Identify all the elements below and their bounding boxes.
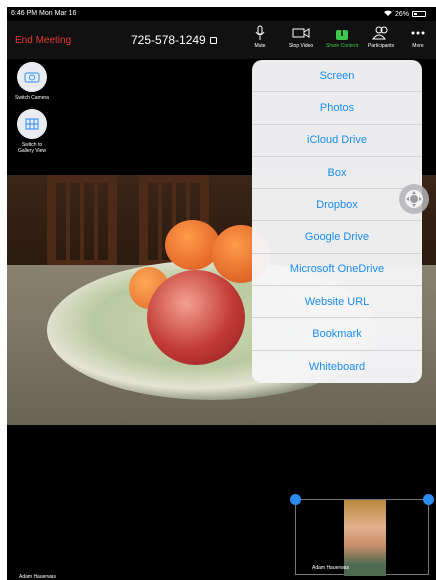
switch-camera-label: Switch Camera (15, 95, 49, 101)
share-option-onedrive[interactable]: Microsoft OneDrive (252, 254, 422, 287)
more-icon (398, 25, 436, 41)
share-option-bookmark[interactable]: Bookmark (252, 318, 422, 351)
video-scene-chair (47, 175, 117, 265)
stop-video-label: Stop Video (288, 43, 314, 49)
self-video-thumbnail[interactable]: Adam Hauerwas (290, 494, 434, 576)
resize-handle[interactable] (423, 494, 434, 505)
speaker-name-text: Adam Hauerwas (19, 574, 56, 580)
share-option-screen[interactable]: Screen (252, 60, 422, 93)
self-video-image (344, 500, 386, 576)
participants-icon (361, 25, 401, 41)
participants-label: Participants (367, 43, 395, 49)
microphone-icon (240, 25, 280, 41)
joystick-icon (405, 190, 423, 208)
share-icon (322, 25, 362, 41)
mute-button[interactable]: Mute (240, 25, 280, 49)
assistive-touch-button[interactable] (399, 184, 429, 214)
status-bar: 6:46 PM Mon Mar 16 26% (7, 7, 436, 21)
active-speaker-name: Adam Hauerwas (19, 574, 56, 580)
share-option-box[interactable]: Box (252, 157, 422, 190)
gallery-view-icon (17, 109, 47, 139)
zoom-meeting-screen: 6:46 PM Mon Mar 16 26% End Meeting 725-5… (7, 7, 436, 580)
lock-icon (209, 36, 217, 44)
gallery-view-label: Switch to Gallery View (18, 142, 46, 154)
status-right: 26% (383, 10, 426, 18)
share-option-photos[interactable]: Photos (252, 92, 422, 125)
end-meeting-button[interactable]: End Meeting (15, 35, 71, 46)
meeting-id-text: 725-578-1249 (131, 33, 206, 47)
participants-button[interactable]: Participants (361, 25, 401, 49)
share-option-whiteboard[interactable]: Whiteboard (252, 351, 422, 383)
video-camera-icon (281, 25, 321, 41)
share-content-menu: Screen Photos iCloud Drive Box Dropbox G… (252, 60, 422, 383)
more-button[interactable]: More (398, 25, 436, 49)
share-option-website-url[interactable]: Website URL (252, 286, 422, 319)
self-view-name: Adam Hauerwas (312, 565, 349, 571)
resize-handle[interactable] (290, 494, 301, 505)
video-scene-orange (165, 220, 220, 270)
share-option-google-drive[interactable]: Google Drive (252, 221, 422, 254)
mute-label: Mute (254, 43, 266, 49)
meeting-id[interactable]: 725-578-1249 (131, 33, 217, 47)
video-scene-apple (147, 270, 245, 365)
switch-camera-button[interactable]: Switch Camera (14, 62, 50, 101)
more-label: More (412, 43, 424, 49)
battery-percent: 26% (394, 10, 409, 18)
stop-video-button[interactable]: Stop Video (281, 25, 321, 49)
share-content-label: Share Content (325, 43, 359, 49)
meeting-toolbar: End Meeting 725-578-1249 Mute Stop Video… (7, 21, 436, 59)
share-option-icloud-drive[interactable]: iCloud Drive (252, 125, 422, 157)
status-time: 6:46 PM Mon Mar 16 (11, 10, 77, 17)
share-content-button[interactable]: Share Content (322, 25, 362, 49)
battery-icon (412, 11, 426, 17)
wifi-icon (383, 10, 392, 18)
gallery-view-button[interactable]: Switch to Gallery View (14, 109, 50, 154)
switch-camera-icon (17, 62, 47, 92)
share-option-dropbox[interactable]: Dropbox (252, 189, 422, 222)
